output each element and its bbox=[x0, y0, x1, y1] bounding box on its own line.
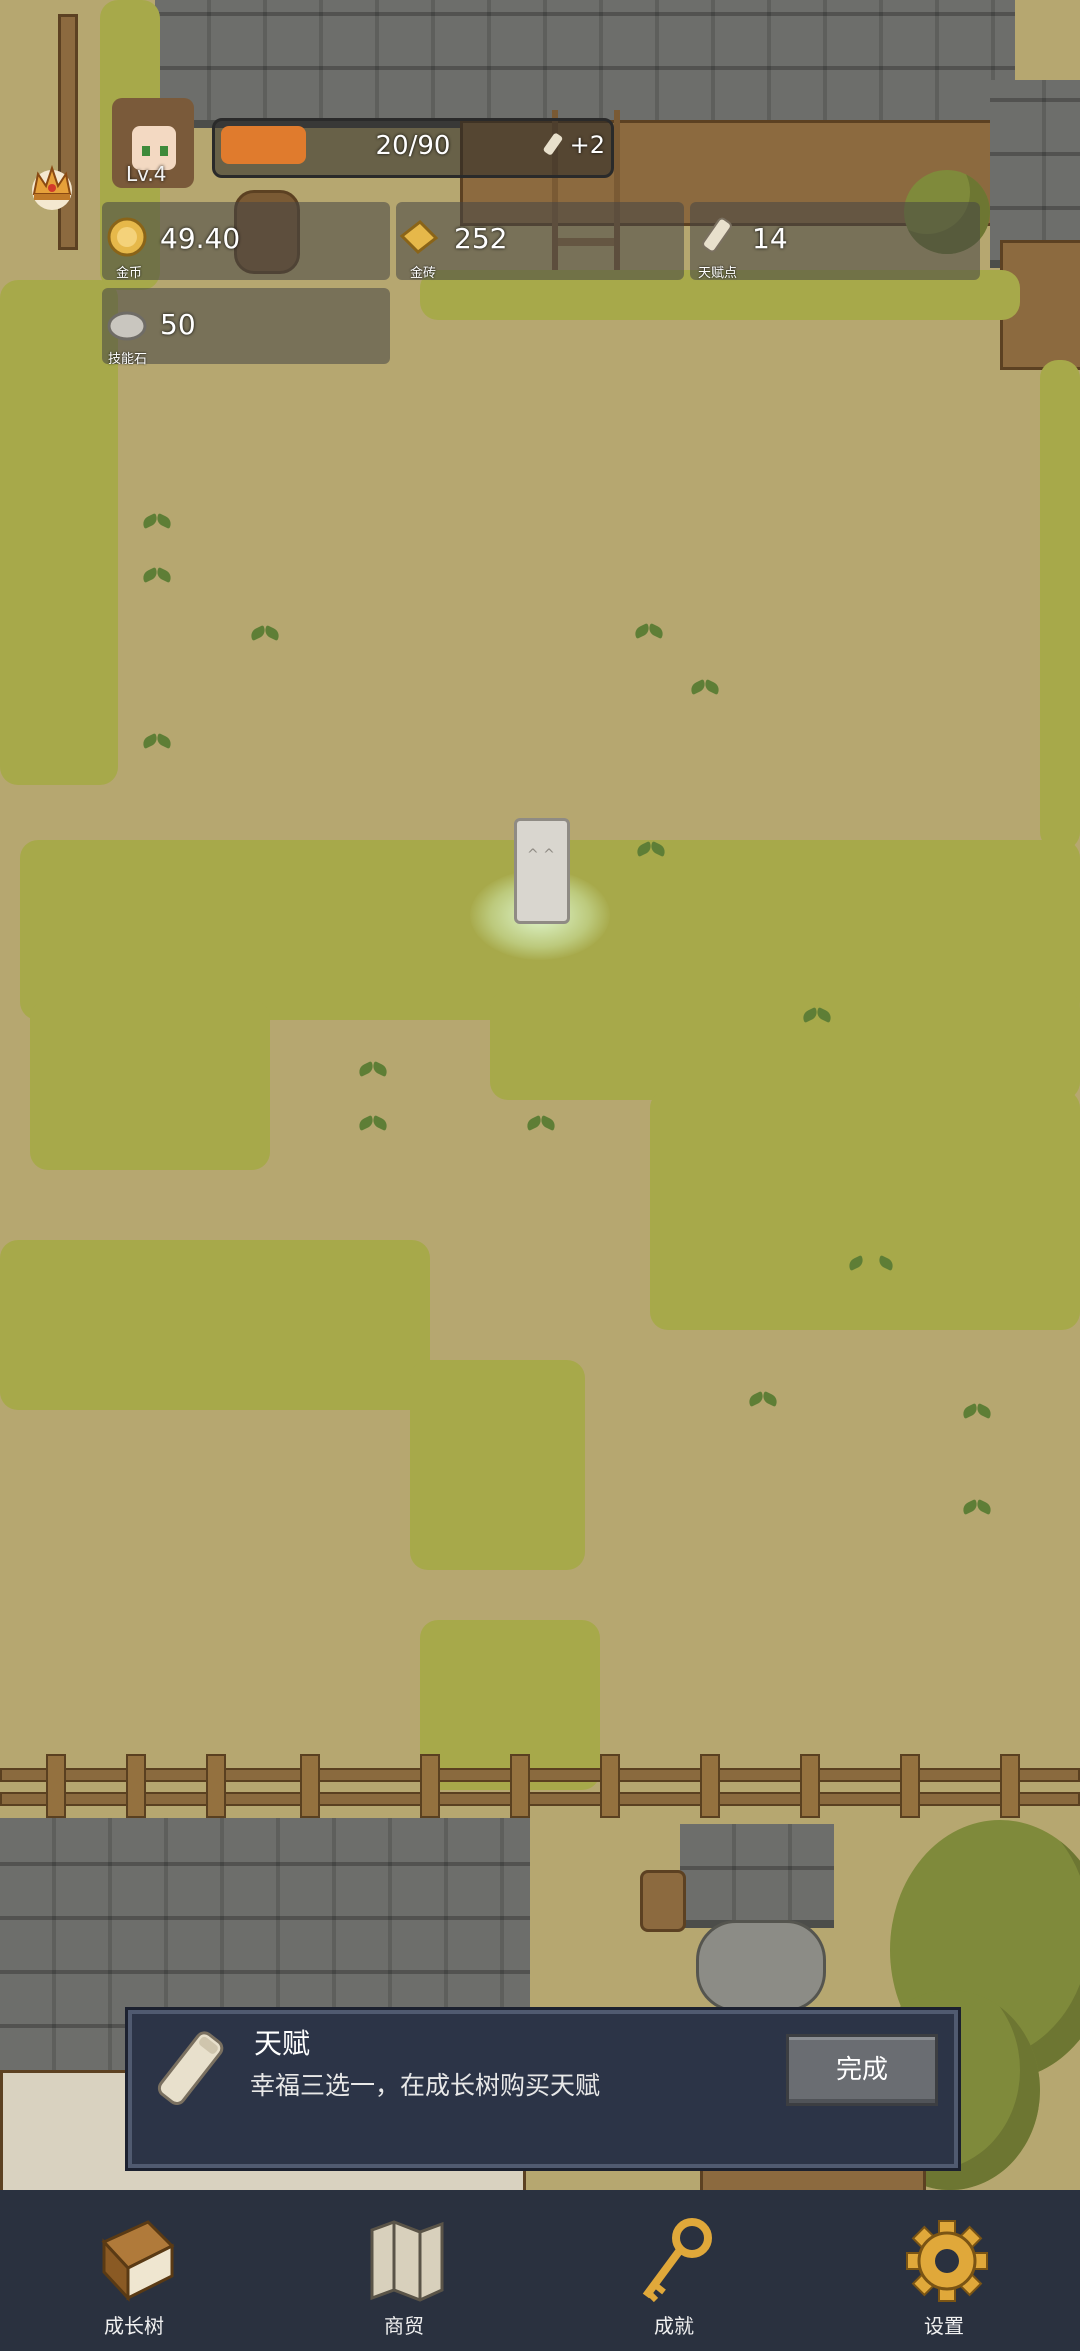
nav-trade[interactable]: 商贸 bbox=[324, 2200, 484, 2350]
xp-bonus[interactable]: +2 bbox=[542, 131, 605, 159]
scroll-icon bbox=[157, 2031, 224, 2106]
scroll-icon bbox=[702, 217, 732, 253]
gold-bricks-label: 金砖 bbox=[410, 266, 437, 281]
crop-sprout[interactable] bbox=[140, 508, 174, 542]
coins-label: 金币 bbox=[116, 266, 143, 281]
crop-sprout[interactable] bbox=[356, 1110, 390, 1144]
grass-lower-column bbox=[410, 1360, 585, 1570]
stone-spirit[interactable]: ^ ^ bbox=[514, 818, 570, 924]
crop-sprout[interactable] bbox=[634, 836, 668, 870]
xp-bar: 20/90 +2 bbox=[212, 118, 614, 178]
skill-stones-label: 技能石 bbox=[108, 352, 148, 367]
coins-value: 49.40 bbox=[160, 222, 241, 255]
water-bucket bbox=[640, 1870, 686, 1932]
notification-description: 幸福三选一，在成长树购买天赋 bbox=[250, 2071, 601, 2100]
stone-well bbox=[696, 1920, 826, 2012]
crown-icon[interactable] bbox=[24, 160, 80, 212]
well-roof bbox=[680, 1824, 834, 1928]
crop-sprout[interactable] bbox=[248, 620, 282, 654]
skill-stones-value: 50 bbox=[160, 308, 196, 341]
talent-points-label: 天赋点 bbox=[698, 266, 738, 281]
crop-sprout[interactable] bbox=[960, 1494, 994, 1528]
notification-title: 天赋 bbox=[254, 2027, 311, 2060]
nav-label: 商贸 bbox=[384, 2314, 424, 2338]
gate-post bbox=[58, 14, 78, 250]
gear-icon bbox=[906, 2220, 988, 2302]
gold-bricks-value: 252 bbox=[454, 222, 508, 255]
key-icon bbox=[642, 2218, 712, 2303]
nav-label: 成就 bbox=[654, 2314, 694, 2338]
gold-coin-icon bbox=[107, 217, 147, 257]
radish-crop[interactable] bbox=[846, 1250, 896, 1300]
nav-growth-tree[interactable]: 成长树 bbox=[54, 2200, 214, 2350]
book-icon bbox=[101, 2220, 175, 2302]
talent-points-value: 14 bbox=[752, 222, 788, 255]
gold-brick-icon bbox=[399, 220, 439, 254]
grass-right-strip bbox=[1040, 360, 1080, 850]
crop-sprout[interactable] bbox=[524, 1110, 558, 1144]
scroll-icon bbox=[543, 133, 562, 155]
map-icon bbox=[370, 2220, 444, 2302]
grass-lower-left bbox=[0, 1240, 430, 1410]
grass-mid-right bbox=[490, 990, 1080, 1100]
nav-label: 设置 bbox=[924, 2314, 964, 2338]
nav-label: 成长树 bbox=[104, 2314, 164, 2338]
crop-sprout[interactable] bbox=[960, 1398, 994, 1432]
crop-sprout[interactable] bbox=[746, 1386, 780, 1420]
farmhouse-roof bbox=[155, 0, 1015, 128]
nav-settings[interactable]: 设置 bbox=[864, 2200, 1024, 2350]
crop-sprout[interactable] bbox=[688, 674, 722, 708]
crop-sprout[interactable] bbox=[140, 728, 174, 762]
nav-achievements[interactable]: 成就 bbox=[594, 2200, 754, 2350]
crop-sprout[interactable] bbox=[632, 618, 666, 652]
stone-icon bbox=[107, 311, 147, 341]
player-level: Lv.4 bbox=[126, 162, 167, 186]
stone-face-icon: ^ ^ bbox=[527, 847, 555, 863]
wooden-fence bbox=[0, 1754, 1080, 1818]
crop-sprout[interactable] bbox=[140, 562, 174, 596]
grass-left-strip bbox=[0, 280, 118, 785]
crop-sprout[interactable] bbox=[800, 1002, 834, 1036]
complete-button[interactable]: 完成 bbox=[786, 2034, 938, 2106]
crop-sprout[interactable] bbox=[356, 1056, 390, 1090]
grass-mid-left bbox=[30, 1000, 270, 1170]
